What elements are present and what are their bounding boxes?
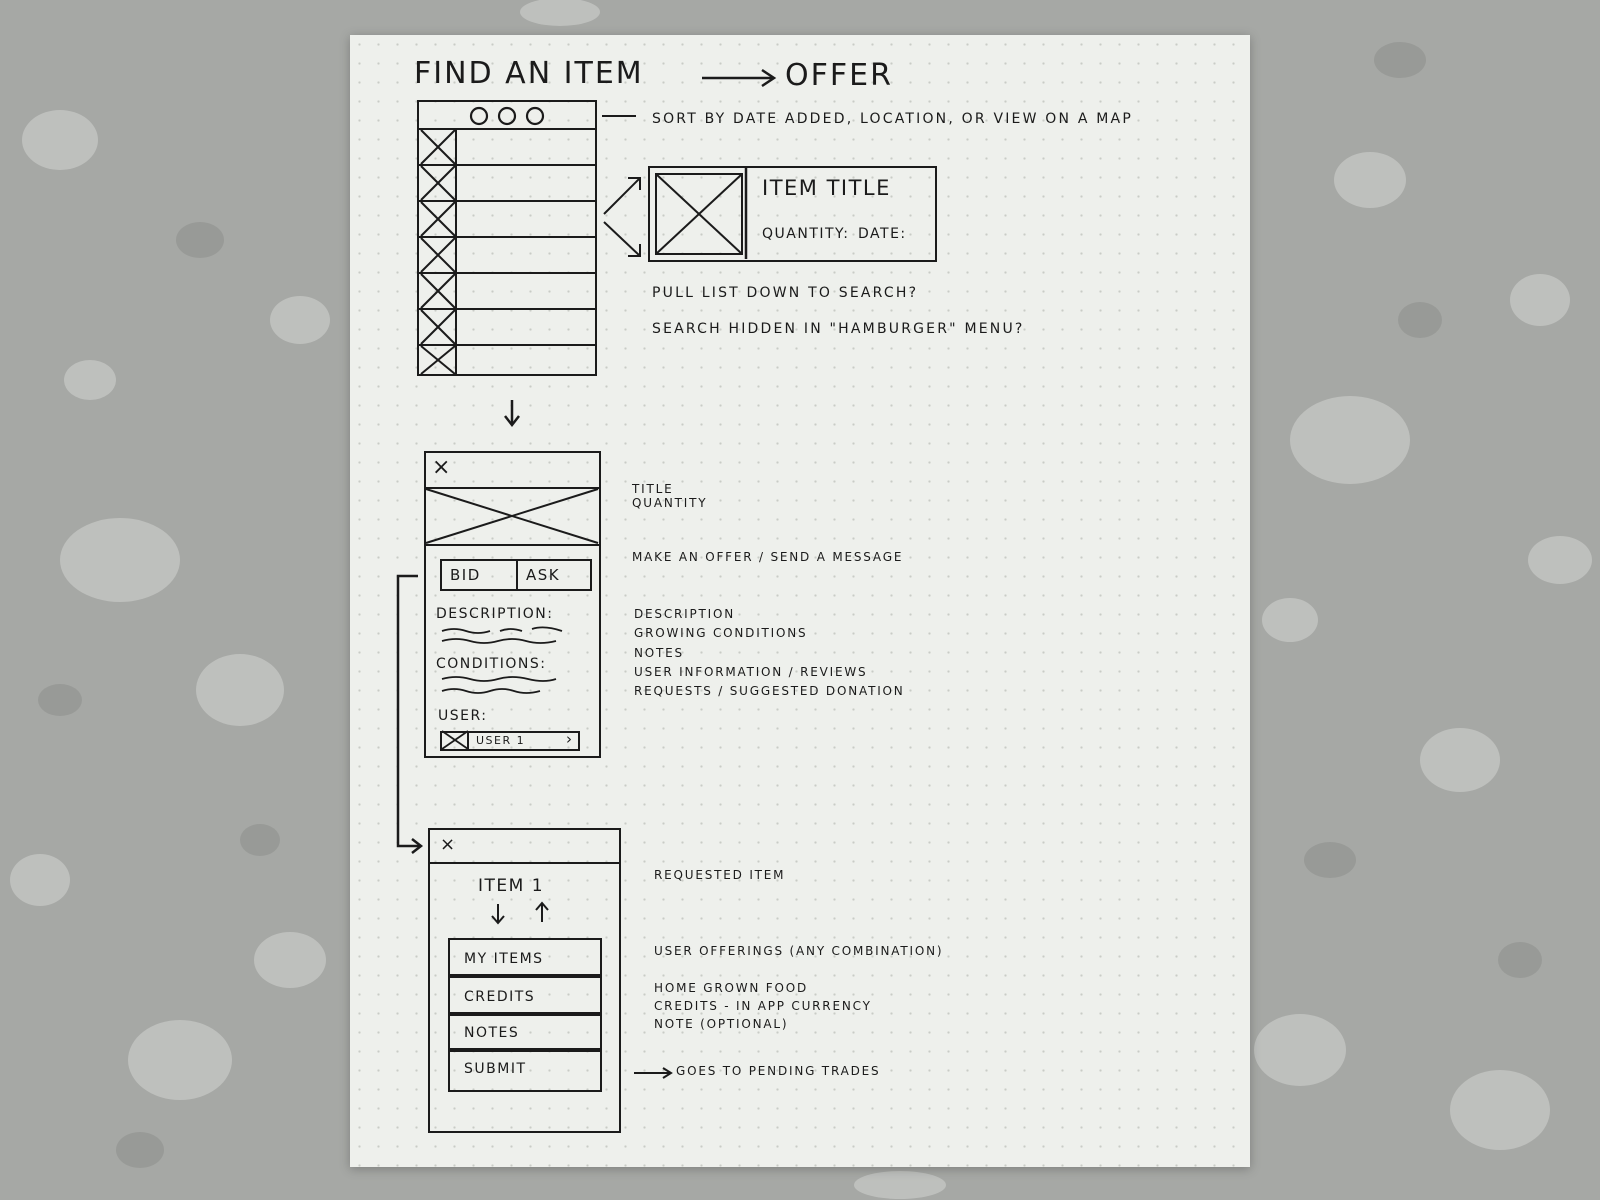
user-row[interactable]: USER 1 › — [440, 730, 580, 751]
flow-connector — [396, 574, 424, 854]
item-detail-screen-wireframe: × BID ASK DESCRIPTION: CONDITIONS: USER:… — [424, 451, 601, 758]
field-note: DESCRIPTION — [634, 607, 736, 621]
user-name: USER 1 — [476, 734, 526, 747]
offer-type-note: CREDITS - IN APP CURRENCY — [654, 999, 872, 1013]
credits-button[interactable]: CREDITS — [448, 976, 602, 1014]
close-icon[interactable]: × — [440, 834, 457, 855]
submit-label: SUBMIT — [464, 1061, 527, 1077]
quantity-label: QUANTITY: — [762, 226, 850, 242]
hamburger-note: SEARCH HIDDEN IN "HAMBURGER" MENU? — [652, 321, 1025, 337]
swap-arrows-icon — [491, 901, 549, 925]
list-screen-wireframe — [417, 100, 597, 376]
offer-note: MAKE AN OFFER / SEND A MESSAGE — [632, 550, 904, 564]
offer-type-note: NOTE (OPTIONAL) — [654, 1017, 789, 1031]
ask-button[interactable]: ASK — [526, 566, 560, 584]
page-heading: FIND AN ITEM — [414, 56, 644, 91]
bid-ask-segmented-control: BID ASK — [440, 559, 592, 591]
field-note: REQUESTS / SUGGESTED DONATION — [634, 684, 905, 698]
offerings-note: USER OFFERINGS (ANY COMBINATION) — [654, 944, 944, 958]
quantity-note: QUANTITY — [632, 496, 708, 510]
bid-button[interactable]: BID — [450, 566, 481, 584]
arrow-right-icon — [634, 1067, 673, 1079]
item-image-placeholder-icon — [425, 488, 599, 544]
notes-button[interactable]: NOTES — [448, 1014, 602, 1050]
conditions-text-lines — [441, 676, 557, 694]
close-icon[interactable]: × — [432, 455, 452, 480]
conditions-label: CONDITIONS: — [436, 656, 547, 672]
user-label: USER: — [438, 708, 488, 724]
submit-button[interactable]: SUBMIT — [448, 1050, 602, 1092]
item-title: ITEM TITLE — [762, 176, 891, 200]
connector-line — [602, 115, 636, 117]
date-label: DATE: — [858, 226, 907, 242]
my-items-button[interactable]: MY ITEMS — [448, 938, 602, 976]
pending-trades-note: GOES TO PENDING TRADES — [676, 1064, 881, 1078]
my-items-label: MY ITEMS — [464, 951, 544, 967]
list-toolbar — [419, 102, 595, 128]
pull-search-note: PULL LIST DOWN TO SEARCH? — [652, 285, 919, 301]
expand-arrows-icon — [603, 177, 641, 257]
heading-target: OFFER — [785, 58, 893, 93]
notes-label: NOTES — [464, 1025, 520, 1041]
requested-item-note: REQUESTED ITEM — [654, 868, 786, 882]
arrow-right-icon — [702, 68, 777, 88]
description-text-lines — [441, 626, 563, 644]
chevron-right-icon: › — [566, 730, 574, 748]
field-note: GROWING CONDITIONS — [634, 626, 808, 640]
list-thumbnails — [420, 129, 456, 375]
sort-note: SORT BY DATE ADDED, LOCATION, OR VIEW ON… — [652, 111, 1133, 127]
requested-item-title: ITEM 1 — [478, 876, 545, 896]
title-note: TITLE — [632, 482, 674, 496]
user-avatar-icon — [441, 730, 469, 750]
arrow-down-icon — [504, 400, 520, 428]
sort-options-icon[interactable] — [467, 105, 551, 127]
offer-type-note: HOME GROWN FOOD — [654, 981, 808, 995]
credits-label: CREDITS — [464, 989, 536, 1005]
list-item-detail-wireframe: ITEM TITLE QUANTITY: DATE: — [648, 166, 937, 262]
image-placeholder-icon — [655, 168, 748, 259]
field-note: NOTES — [634, 646, 684, 660]
description-label: DESCRIPTION: — [436, 606, 554, 622]
offer-screen-wireframe: × ITEM 1 MY ITEMS CREDITS NOTES SUBMIT — [428, 828, 621, 1133]
field-note: USER INFORMATION / REVIEWS — [634, 665, 868, 679]
